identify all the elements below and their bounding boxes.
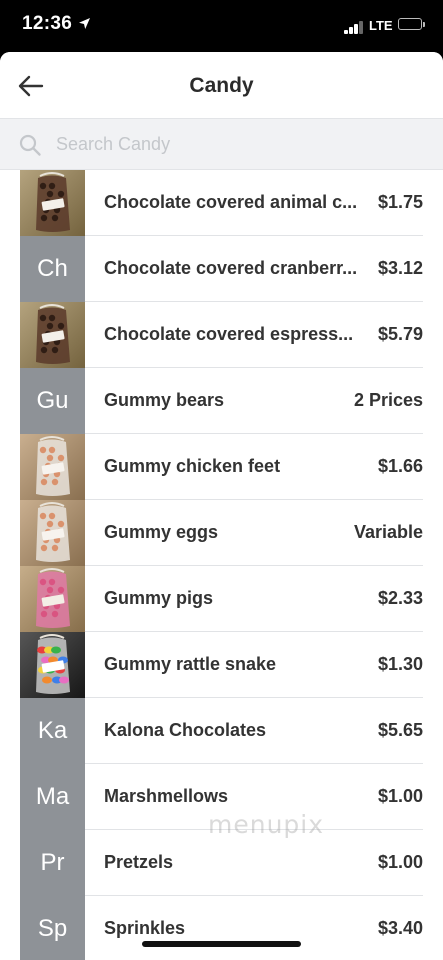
item-name: Chocolate covered espress... [104, 324, 354, 344]
location-arrow-icon [79, 18, 90, 29]
item-initials-thumb: Gu [20, 368, 85, 434]
item-price: $3.40 [377, 918, 423, 938]
list-item[interactable]: Ma Marshmellows $1.00 [0, 764, 443, 830]
item-name: Gummy rattle snake [104, 654, 277, 674]
item-name: Gummy pigs [104, 588, 214, 608]
item-initials-thumb: Pr [20, 830, 85, 896]
item-price: $1.00 [377, 786, 423, 806]
item-initials-thumb: Ka [20, 698, 85, 764]
item-name: Pretzels [104, 852, 174, 872]
list-item[interactable]: Gummy eggs Variable [0, 500, 443, 566]
item-initials-thumb: Sp [20, 896, 85, 960]
item-photo-thumb [20, 302, 85, 368]
item-photo-thumb [20, 500, 85, 566]
list-item[interactable]: Chocolate covered animal c... $1.75 [0, 170, 443, 236]
list-item[interactable]: Gummy chicken feet $1.66 [0, 434, 443, 500]
search-bar [0, 118, 443, 170]
item-initials-thumb: Ch [20, 236, 85, 302]
item-name: Chocolate covered cranberr... [104, 258, 358, 278]
item-name: Marshmellows [104, 786, 229, 806]
item-price: $1.75 [377, 192, 423, 212]
item-price: $5.65 [377, 720, 423, 740]
item-photo-thumb [20, 566, 85, 632]
battery-tip [423, 22, 425, 27]
item-name: Sprinkles [104, 918, 186, 938]
home-indicator[interactable] [142, 941, 301, 947]
item-photo-thumb [20, 632, 85, 698]
signal-strength-icon [344, 20, 366, 34]
page-title: Candy [189, 74, 254, 97]
item-price: $1.30 [377, 654, 423, 674]
item-price: Variable [353, 522, 423, 542]
item-name: Kalona Chocolates [104, 720, 267, 740]
status-bar: 12:36 LTE [0, 0, 443, 52]
candy-category-sheet: Candy Chocolate covered animal c... $1.75… [0, 52, 443, 960]
item-name: Gummy eggs [104, 522, 219, 542]
nav-header: Candy [0, 52, 443, 118]
list-item[interactable]: Sp Sprinkles $3.40 [0, 896, 443, 960]
item-list: Chocolate covered animal c... $1.75 Ch Choc… [0, 170, 443, 960]
item-price: $2.33 [377, 588, 423, 608]
list-item[interactable]: Ka Kalona Chocolates $5.65 [0, 698, 443, 764]
battery-icon [398, 18, 422, 30]
item-price: $3.12 [377, 258, 423, 278]
item-name: Gummy chicken feet [104, 456, 281, 476]
item-photo-thumb [20, 434, 85, 500]
item-price: $1.00 [377, 852, 423, 872]
item-price: $5.79 [377, 324, 423, 344]
item-photo-thumb [20, 170, 85, 236]
item-initials-thumb: Ma [20, 764, 85, 830]
app-screen: 12:36 LTE Candy Search Candy Chocolate c… [0, 0, 443, 960]
status-time: 12:36 [22, 13, 73, 34]
list-item[interactable]: Gu Gummy bears 2 Prices [0, 368, 443, 434]
network-label: LTE [369, 18, 393, 33]
search-icon [19, 134, 41, 156]
list-item[interactable]: Gummy rattle snake $1.30 [0, 632, 443, 698]
search-input[interactable] [56, 129, 426, 159]
item-name: Chocolate covered animal c... [104, 192, 358, 212]
list-item[interactable]: Chocolate covered espress... $5.79 [0, 302, 443, 368]
list-item[interactable]: Pr Pretzels $1.00 [0, 830, 443, 896]
item-price: 2 Prices [353, 390, 423, 410]
list-item[interactable]: Ch Chocolate covered cranberr... $3.12 [0, 236, 443, 302]
item-price: $1.66 [377, 456, 423, 476]
item-name: Gummy bears [104, 390, 225, 410]
list-item[interactable]: Gummy pigs $2.33 [0, 566, 443, 632]
